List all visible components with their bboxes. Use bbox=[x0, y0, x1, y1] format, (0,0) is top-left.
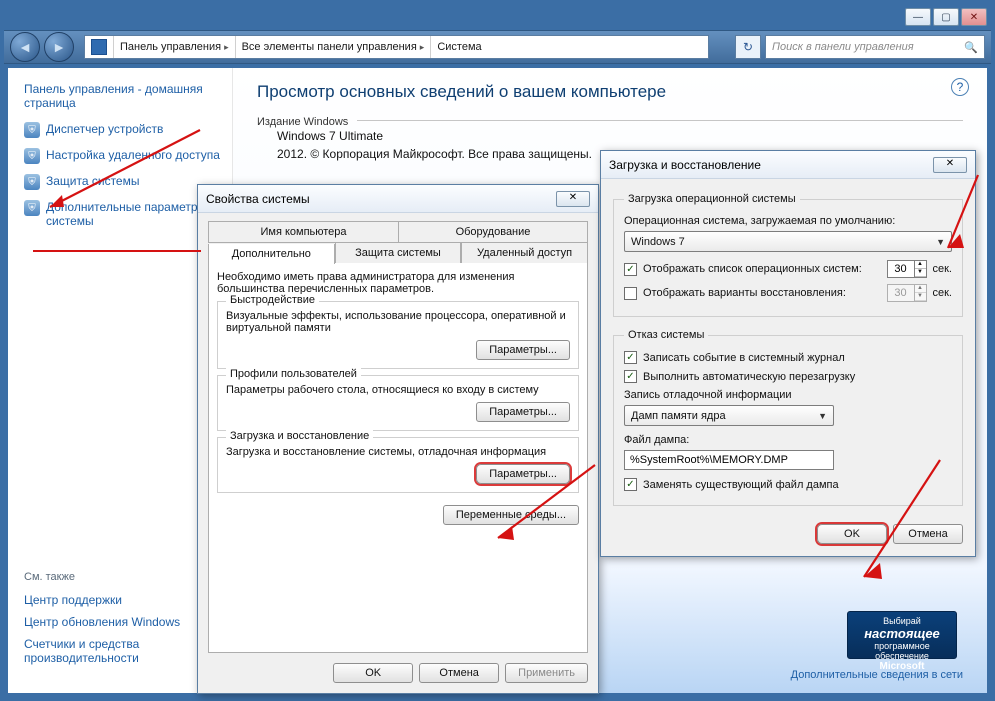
startrec-close-button[interactable]: ✕ bbox=[933, 157, 967, 173]
refresh-button[interactable]: ↻ bbox=[735, 35, 761, 59]
tab-advanced[interactable]: Дополнительно bbox=[208, 244, 335, 264]
shield-icon: ⛨ bbox=[24, 148, 40, 164]
show-recovery-label: Отображать варианты восстановления: bbox=[643, 287, 881, 299]
system-properties-dialog: Свойства системы ✕ Имя компьютера Оборуд… bbox=[197, 184, 599, 694]
shield-icon: ⛨ bbox=[24, 174, 40, 190]
sysprops-apply-button[interactable]: Применить bbox=[505, 663, 588, 683]
address-bar[interactable]: Панель управления▸ Все элементы панели у… bbox=[84, 35, 709, 59]
default-os-label: Операционная система, загружаемая по умо… bbox=[624, 215, 952, 227]
debug-info-label: Запись отладочной информации bbox=[624, 389, 952, 401]
footer-link-perf[interactable]: Счетчики и средства производительности bbox=[24, 637, 224, 665]
chevron-down-icon: ▼ bbox=[818, 411, 827, 421]
startrec-title: Загрузка и восстановление bbox=[609, 158, 761, 172]
more-info-link[interactable]: Дополнительные сведения в сети bbox=[791, 669, 963, 681]
dump-file-input[interactable] bbox=[624, 450, 834, 470]
debug-info-combo[interactable]: Дамп памяти ядра▼ bbox=[624, 405, 834, 426]
crumb-1[interactable]: Панель управления bbox=[120, 41, 221, 53]
edition-name: Windows 7 Ultimate bbox=[277, 129, 963, 143]
chevron-down-icon: ▼ bbox=[936, 237, 945, 247]
sysprops-titlebar: Свойства системы ✕ bbox=[198, 185, 598, 213]
startup-text: Загрузка и восстановление системы, отлад… bbox=[226, 446, 570, 458]
sysprops-close-button[interactable]: ✕ bbox=[556, 191, 590, 207]
os-list-timeout-spinner[interactable]: ▲▼ bbox=[887, 260, 927, 278]
os-boot-legend: Загрузка операционной системы bbox=[624, 193, 800, 205]
search-icon: 🔍 bbox=[964, 41, 978, 54]
maximize-button[interactable]: ▢ bbox=[933, 8, 959, 26]
help-icon[interactable]: ? bbox=[951, 78, 969, 96]
sysprops-ok-button[interactable]: OK bbox=[333, 663, 413, 683]
system-failure-legend: Отказ системы bbox=[624, 329, 708, 341]
shield-icon: ⛨ bbox=[24, 122, 40, 138]
auto-restart-checkbox[interactable]: ✓ bbox=[624, 370, 637, 383]
show-os-list-checkbox[interactable]: ✓ bbox=[624, 263, 637, 276]
default-os-combo[interactable]: Windows 7▼ bbox=[624, 231, 952, 252]
genuine-microsoft-badge[interactable]: Выбирай настоящее программное обеспечени… bbox=[847, 611, 957, 659]
overwrite-label: Заменять существующий файл дампа bbox=[643, 479, 839, 491]
sidebar-item-protection[interactable]: ⛨Защита системы bbox=[24, 174, 222, 190]
show-recovery-checkbox[interactable] bbox=[624, 287, 637, 300]
startrec-cancel-button[interactable]: Отмена bbox=[893, 524, 963, 544]
back-button[interactable]: ◄ bbox=[10, 32, 40, 62]
env-vars-button[interactable]: Переменные среды... bbox=[443, 505, 579, 525]
sidebar-item-remote[interactable]: ⛨Настройка удаленного доступа bbox=[24, 148, 222, 164]
sidebar-item-device-manager[interactable]: ⛨Диспетчер устройств bbox=[24, 122, 222, 138]
shield-icon: ⛨ bbox=[24, 200, 40, 216]
auto-restart-label: Выполнить автоматическую перезагрузку bbox=[643, 371, 855, 383]
footer-link-action-center[interactable]: Центр поддержки bbox=[24, 593, 224, 607]
sidebar-home-link[interactable]: Панель управления - домашняя страница bbox=[24, 82, 222, 110]
minimize-button[interactable]: — bbox=[905, 8, 931, 26]
show-os-list-label: Отображать список операционных систем: bbox=[643, 263, 881, 275]
close-button[interactable]: ✕ bbox=[961, 8, 987, 26]
os-list-timeout-input[interactable] bbox=[888, 261, 914, 277]
nav-bar: ◄ ► Панель управления▸ Все элементы пане… bbox=[4, 30, 991, 64]
startrec-titlebar: Загрузка и восстановление ✕ bbox=[601, 151, 975, 179]
perf-text: Визуальные эффекты, использование процес… bbox=[226, 310, 570, 334]
sysprops-cancel-button[interactable]: Отмена bbox=[419, 663, 499, 683]
sidebar-item-advanced[interactable]: ⛨Дополнительные параметры системы bbox=[24, 200, 222, 228]
window-titlebar: — ▢ ✕ bbox=[4, 4, 991, 30]
perf-settings-button[interactable]: Параметры... bbox=[476, 340, 570, 360]
log-event-checkbox[interactable]: ✓ bbox=[624, 351, 637, 364]
recovery-timeout-spinner: ▲▼ bbox=[887, 284, 927, 302]
tab-computer-name[interactable]: Имя компьютера bbox=[208, 221, 398, 242]
log-event-label: Записать событие в системный журнал bbox=[643, 352, 845, 364]
search-input[interactable]: Поиск в панели управления 🔍 bbox=[765, 35, 985, 59]
startup-legend: Загрузка и восстановление bbox=[226, 430, 373, 442]
search-placeholder: Поиск в панели управления bbox=[772, 41, 914, 53]
dump-file-label: Файл дампа: bbox=[624, 434, 952, 446]
edition-legend: Издание Windows bbox=[257, 116, 348, 128]
sysprops-title: Свойства системы bbox=[206, 192, 310, 206]
startup-recovery-dialog: Загрузка и восстановление ✕ Загрузка опе… bbox=[600, 150, 976, 557]
crumb-2[interactable]: Все элементы панели управления bbox=[242, 41, 417, 53]
tab-remote[interactable]: Удаленный доступ bbox=[461, 243, 588, 263]
perf-legend: Быстродействие bbox=[226, 294, 319, 306]
forward-button[interactable]: ► bbox=[44, 32, 74, 62]
profiles-text: Параметры рабочего стола, относящиеся ко… bbox=[226, 384, 570, 396]
startrec-ok-button[interactable]: OK bbox=[817, 524, 887, 544]
tab-hardware[interactable]: Оборудование bbox=[398, 221, 588, 242]
see-also-label: См. также bbox=[24, 571, 224, 583]
sec-label-2: сек. bbox=[933, 287, 953, 299]
recovery-timeout-input bbox=[888, 285, 914, 301]
annotation-underline bbox=[33, 250, 201, 252]
profiles-legend: Профили пользователей bbox=[226, 368, 361, 380]
admin-note: Необходимо иметь права администратора дл… bbox=[217, 271, 579, 295]
crumb-3[interactable]: Система bbox=[437, 41, 481, 53]
footer-link-windows-update[interactable]: Центр обновления Windows bbox=[24, 615, 224, 629]
page-title: Просмотр основных сведений о вашем компь… bbox=[257, 82, 963, 102]
profiles-settings-button[interactable]: Параметры... bbox=[476, 402, 570, 422]
startup-settings-button[interactable]: Параметры... bbox=[476, 464, 570, 484]
sec-label: сек. bbox=[933, 263, 953, 275]
tab-system-protection[interactable]: Защита системы bbox=[335, 243, 462, 263]
overwrite-checkbox[interactable]: ✓ bbox=[624, 478, 637, 491]
